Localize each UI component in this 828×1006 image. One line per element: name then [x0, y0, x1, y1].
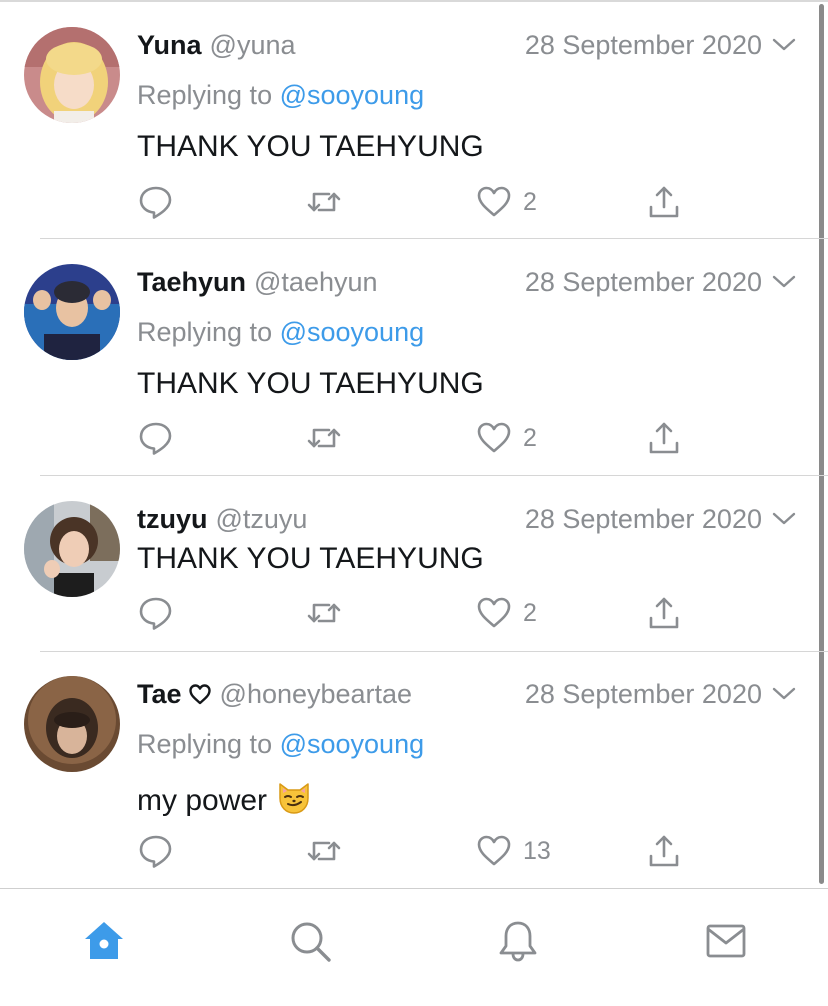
user-handle[interactable]: @tzuyu [216, 504, 308, 534]
reply-button[interactable] [137, 593, 175, 633]
tab-home[interactable] [82, 919, 126, 963]
retweet-icon [307, 428, 341, 448]
tweet-actions: 2 [137, 593, 697, 633]
tweet-actions: 13 [137, 831, 697, 871]
tab-messages[interactable] [704, 919, 748, 963]
search-icon [291, 922, 331, 962]
replying-label: Replying to [137, 729, 280, 759]
avatar[interactable] [24, 676, 120, 772]
share-icon [649, 186, 679, 218]
user-handle[interactable]: @honeybeartae [220, 679, 413, 709]
share-button[interactable] [645, 418, 683, 458]
retweet-icon [307, 603, 341, 623]
mention-link[interactable]: @sooyoung [280, 317, 425, 347]
tab-bar [0, 888, 828, 1006]
chevron-down-icon[interactable] [772, 274, 796, 290]
like-button[interactable]: 2 [475, 182, 537, 222]
tweet-text-content: my power [137, 784, 268, 817]
reply-button[interactable] [137, 831, 175, 871]
smirking-cat-emoji [279, 783, 309, 814]
retweet-button[interactable] [305, 593, 343, 633]
tweet-divider [40, 238, 828, 239]
share-icon [649, 835, 679, 867]
tweet-header: Tae @honeybeartae 28 September 2020 [137, 677, 798, 711]
avatar[interactable] [24, 264, 120, 360]
reply-button[interactable] [137, 418, 175, 458]
mention-link[interactable]: @sooyoung [280, 80, 425, 110]
replying-label: Replying to [137, 80, 280, 110]
tab-notifications[interactable] [496, 919, 540, 963]
tweet-date: 28 September 2020 [524, 679, 762, 709]
retweet-button[interactable] [305, 831, 343, 871]
tweet-actions: 2 [137, 182, 697, 222]
like-count: 2 [523, 188, 537, 216]
tweet-text: my power [137, 778, 313, 820]
retweet-icon [307, 192, 341, 212]
like-button[interactable]: 2 [475, 418, 537, 458]
mention-link[interactable]: @sooyoung [280, 729, 425, 759]
like-count: 2 [523, 599, 537, 627]
tweet-date: 28 September 2020 [524, 504, 762, 534]
tweet[interactable]: Tae @honeybeartae 28 September 2020 Reply… [0, 652, 828, 888]
tweet[interactable]: Yuna @yuna 28 September 2020 Replying to … [0, 0, 828, 240]
mail-icon [706, 924, 746, 958]
share-icon [649, 422, 679, 454]
tweet-text: THANK YOU TAEHYUNG [137, 130, 484, 163]
reply-icon [139, 835, 172, 868]
avatar[interactable] [24, 501, 120, 597]
tweet-text: THANK YOU TAEHYUNG [137, 367, 484, 400]
heart-icon [477, 422, 511, 453]
user-handle[interactable]: @taehyun [254, 267, 378, 297]
chevron-down-icon[interactable] [772, 511, 796, 527]
reply-icon [139, 422, 172, 455]
tweet-actions: 2 [137, 418, 697, 458]
tweet[interactable]: Taehyun @taehyun 28 September 2020 Replyi… [0, 240, 828, 476]
reply-icon [139, 186, 172, 219]
heart-icon [477, 186, 511, 217]
tweet-header: Taehyun @taehyun 28 September 2020 [137, 265, 798, 299]
heart-icon [477, 835, 511, 866]
chevron-down-icon[interactable] [772, 37, 796, 53]
share-button[interactable] [645, 831, 683, 871]
home-icon [85, 922, 123, 959]
replying-to: Replying to @sooyoung [137, 727, 424, 761]
retweet-button[interactable] [305, 182, 343, 222]
display-name[interactable]: Yuna [137, 30, 202, 60]
reply-button[interactable] [137, 182, 175, 222]
display-name[interactable]: Taehyun [137, 267, 246, 297]
tweet-header: tzuyu @tzuyu 28 September 2020 [137, 502, 798, 536]
bell-icon [499, 921, 537, 962]
display-name[interactable]: Tae [137, 679, 182, 709]
tweet-text: THANK YOU TAEHYUNG [137, 542, 484, 575]
like-button[interactable]: 13 [475, 831, 551, 871]
replying-to: Replying to @sooyoung [137, 315, 424, 349]
replying-to: Replying to @sooyoung [137, 78, 424, 112]
reply-icon [139, 597, 172, 630]
like-count: 2 [523, 424, 537, 452]
tab-search[interactable] [288, 919, 332, 963]
display-name[interactable]: tzuyu [137, 504, 208, 534]
tweet[interactable]: tzuyu @tzuyu 28 September 2020 THANK YOU … [0, 476, 828, 652]
avatar[interactable] [24, 27, 120, 123]
share-icon [649, 597, 679, 629]
user-handle[interactable]: @yuna [210, 30, 296, 60]
replying-label: Replying to [137, 317, 280, 347]
share-button[interactable] [645, 182, 683, 222]
retweet-button[interactable] [305, 418, 343, 458]
chevron-down-icon[interactable] [772, 686, 796, 702]
share-button[interactable] [645, 593, 683, 633]
heart-icon [188, 684, 211, 705]
tweet-date: 28 September 2020 [524, 30, 762, 60]
heart-icon [477, 597, 511, 628]
retweet-icon [307, 841, 341, 861]
like-button[interactable]: 2 [475, 593, 537, 633]
like-count: 13 [523, 837, 551, 865]
tweet-date: 28 September 2020 [524, 267, 762, 297]
tweet-header: Yuna @yuna 28 September 2020 [137, 28, 798, 62]
